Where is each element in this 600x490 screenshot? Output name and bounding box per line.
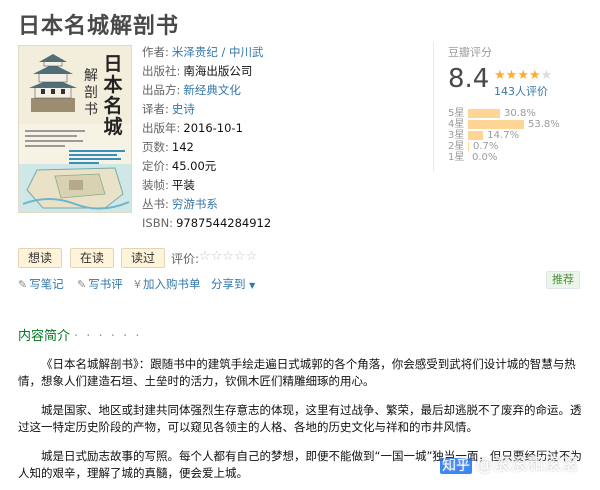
write-note-label: 写笔记 (29, 277, 64, 291)
rating-panel: 豆瓣评分 8.4 ★★★★★ 143人评价 5星 30.8% 4星 53.8% 3星 14… (433, 42, 598, 172)
rating-distribution-row: 4星 53.8% (448, 119, 560, 130)
rating-distribution-row: 1星 0.0% (448, 152, 497, 163)
have-read-button[interactable]: 读过 (121, 248, 165, 268)
info-row: ISBN: 9787544284912 (142, 216, 271, 230)
share-label: 分享到 (211, 277, 246, 291)
write-review-label: 写书评 (88, 277, 123, 291)
star-icon: ★ (540, 68, 553, 83)
castle-map-illustration (19, 164, 131, 212)
info-row: 译者: 史诗 (142, 102, 195, 116)
info-row: 作者: 米泽贵纪 / 中川武 (142, 45, 264, 59)
rating-bar (468, 108, 501, 118)
info-label: 定价: (142, 159, 169, 173)
info-value: 142 (171, 140, 194, 154)
info-label: 出品方: (142, 83, 181, 97)
info-label: 译者: (142, 102, 169, 116)
info-link[interactable]: 穷游书系 (172, 197, 218, 211)
info-value: 平装 (171, 178, 195, 192)
info-link[interactable]: 米泽贵纪 / 中川武 (172, 45, 264, 59)
info-label: ISBN: (142, 216, 174, 230)
user-rating-stars[interactable]: ☆☆☆☆☆ (199, 249, 257, 264)
info-value: 2016-10-1 (183, 121, 243, 135)
rating-star-label: 3星 (448, 130, 465, 141)
intro-heading-text: 内容简介 (18, 329, 71, 344)
add-to-cart-label: 加入购书单 (143, 277, 201, 291)
info-link[interactable]: 新经典文化 (183, 83, 241, 97)
book-cover[interactable]: 日本名城 解剖书 (18, 45, 132, 213)
rating-star-label: 2星 (448, 141, 465, 152)
rating-bar (468, 119, 524, 129)
rating-star-label: 1星 (448, 152, 465, 163)
add-to-cart-link[interactable]: ¥ 加入购书单 (134, 276, 201, 292)
intro-heading: 内容简介 · · · · · · (18, 325, 141, 344)
rating-percent: 30.8% (504, 108, 536, 119)
info-row: 出版社: 南海出版公司 (142, 64, 252, 78)
info-row: 出品方: 新经典文化 (142, 83, 241, 97)
info-label: 作者: (142, 45, 169, 59)
rating-distribution-row: 3星 14.7% (448, 130, 519, 141)
intro-heading-dots: · · · · · · (74, 329, 142, 344)
rating-count-link[interactable]: 143人评价 (494, 83, 548, 99)
info-label: 装帧: (142, 178, 169, 192)
pencil-icon: ✎ (18, 278, 28, 291)
rating-percent: 14.7% (487, 130, 520, 141)
star-icon: ★ (528, 68, 541, 83)
info-label: 出版年: (142, 121, 181, 135)
watermark: 知乎 @滚滚和滚滚 (440, 450, 578, 475)
info-row: 丛书: 穷游书系 (142, 197, 218, 211)
want-to-read-button[interactable]: 想读 (18, 248, 62, 268)
write-review-link[interactable]: ✎ 写书评 (77, 276, 123, 292)
info-row: 定价: 45.00元 (142, 159, 216, 173)
yen-icon: ¥ (134, 278, 141, 291)
intro-paragraph: 《日本名城解剖书》：跟随书中的建筑手绘走遍日式城郭的各个角落，你会感受到武将们设… (18, 357, 576, 388)
rating-bar (468, 130, 484, 140)
info-label: 页数: (142, 140, 169, 154)
reading-button[interactable]: 在读 (70, 248, 114, 268)
rating-stars: ★★★★★ (494, 68, 552, 83)
watermark-text: @滚滚和滚滚 (476, 455, 578, 475)
info-value: 45.00元 (171, 159, 217, 173)
share-dropdown[interactable]: 分享到 ▼ (211, 276, 255, 292)
star-icon: ★ (505, 68, 518, 83)
cover-title-sub: 解剖书 (84, 68, 98, 118)
cover-title-main: 日本名城 (103, 53, 123, 138)
pencil-icon: ✎ (77, 278, 87, 291)
rating-title: 豆瓣评分 (448, 46, 492, 59)
rating-percent: 0.0% (472, 152, 498, 163)
rating-star-label: 4星 (448, 119, 465, 130)
info-label: 丛书: (142, 197, 169, 211)
castle-illustration (29, 54, 77, 112)
user-rating-label: 评价: (171, 252, 200, 266)
info-link[interactable]: 史诗 (172, 102, 195, 116)
rating-distribution-row: 2星 0.7% (448, 141, 498, 152)
intro-paragraph: 城是国家、地区或封建共同体强烈生存意志的体现，这里有过战争、繁荣，最后却逃脱不了… (18, 403, 582, 434)
rating-score: 8.4 (448, 64, 490, 94)
rating-percent: 0.7% (473, 141, 499, 152)
rating-bar (468, 141, 469, 151)
info-label: 出版社: (142, 64, 181, 78)
star-icon: ★ (517, 68, 529, 83)
chevron-down-icon: ▼ (249, 281, 256, 290)
info-row: 出版年: 2016-10-1 (142, 121, 243, 135)
info-value: 9787544284912 (176, 216, 272, 230)
write-note-link[interactable]: ✎ 写笔记 (18, 276, 64, 292)
watermark-brand: 知乎 (440, 458, 472, 474)
rating-distribution-row: 5星 30.8% (448, 108, 536, 119)
info-row: 装帧: 平装 (142, 178, 195, 192)
star-icon: ★ (494, 68, 506, 83)
info-value: 南海出版公司 (183, 64, 253, 78)
book-title: 日本名城解剖书 (18, 14, 180, 39)
rating-star-label: 5星 (448, 108, 465, 119)
rating-percent: 53.8% (528, 119, 560, 130)
info-row: 页数: 142 (142, 140, 194, 154)
recommend-button[interactable]: 推荐 (546, 271, 580, 289)
